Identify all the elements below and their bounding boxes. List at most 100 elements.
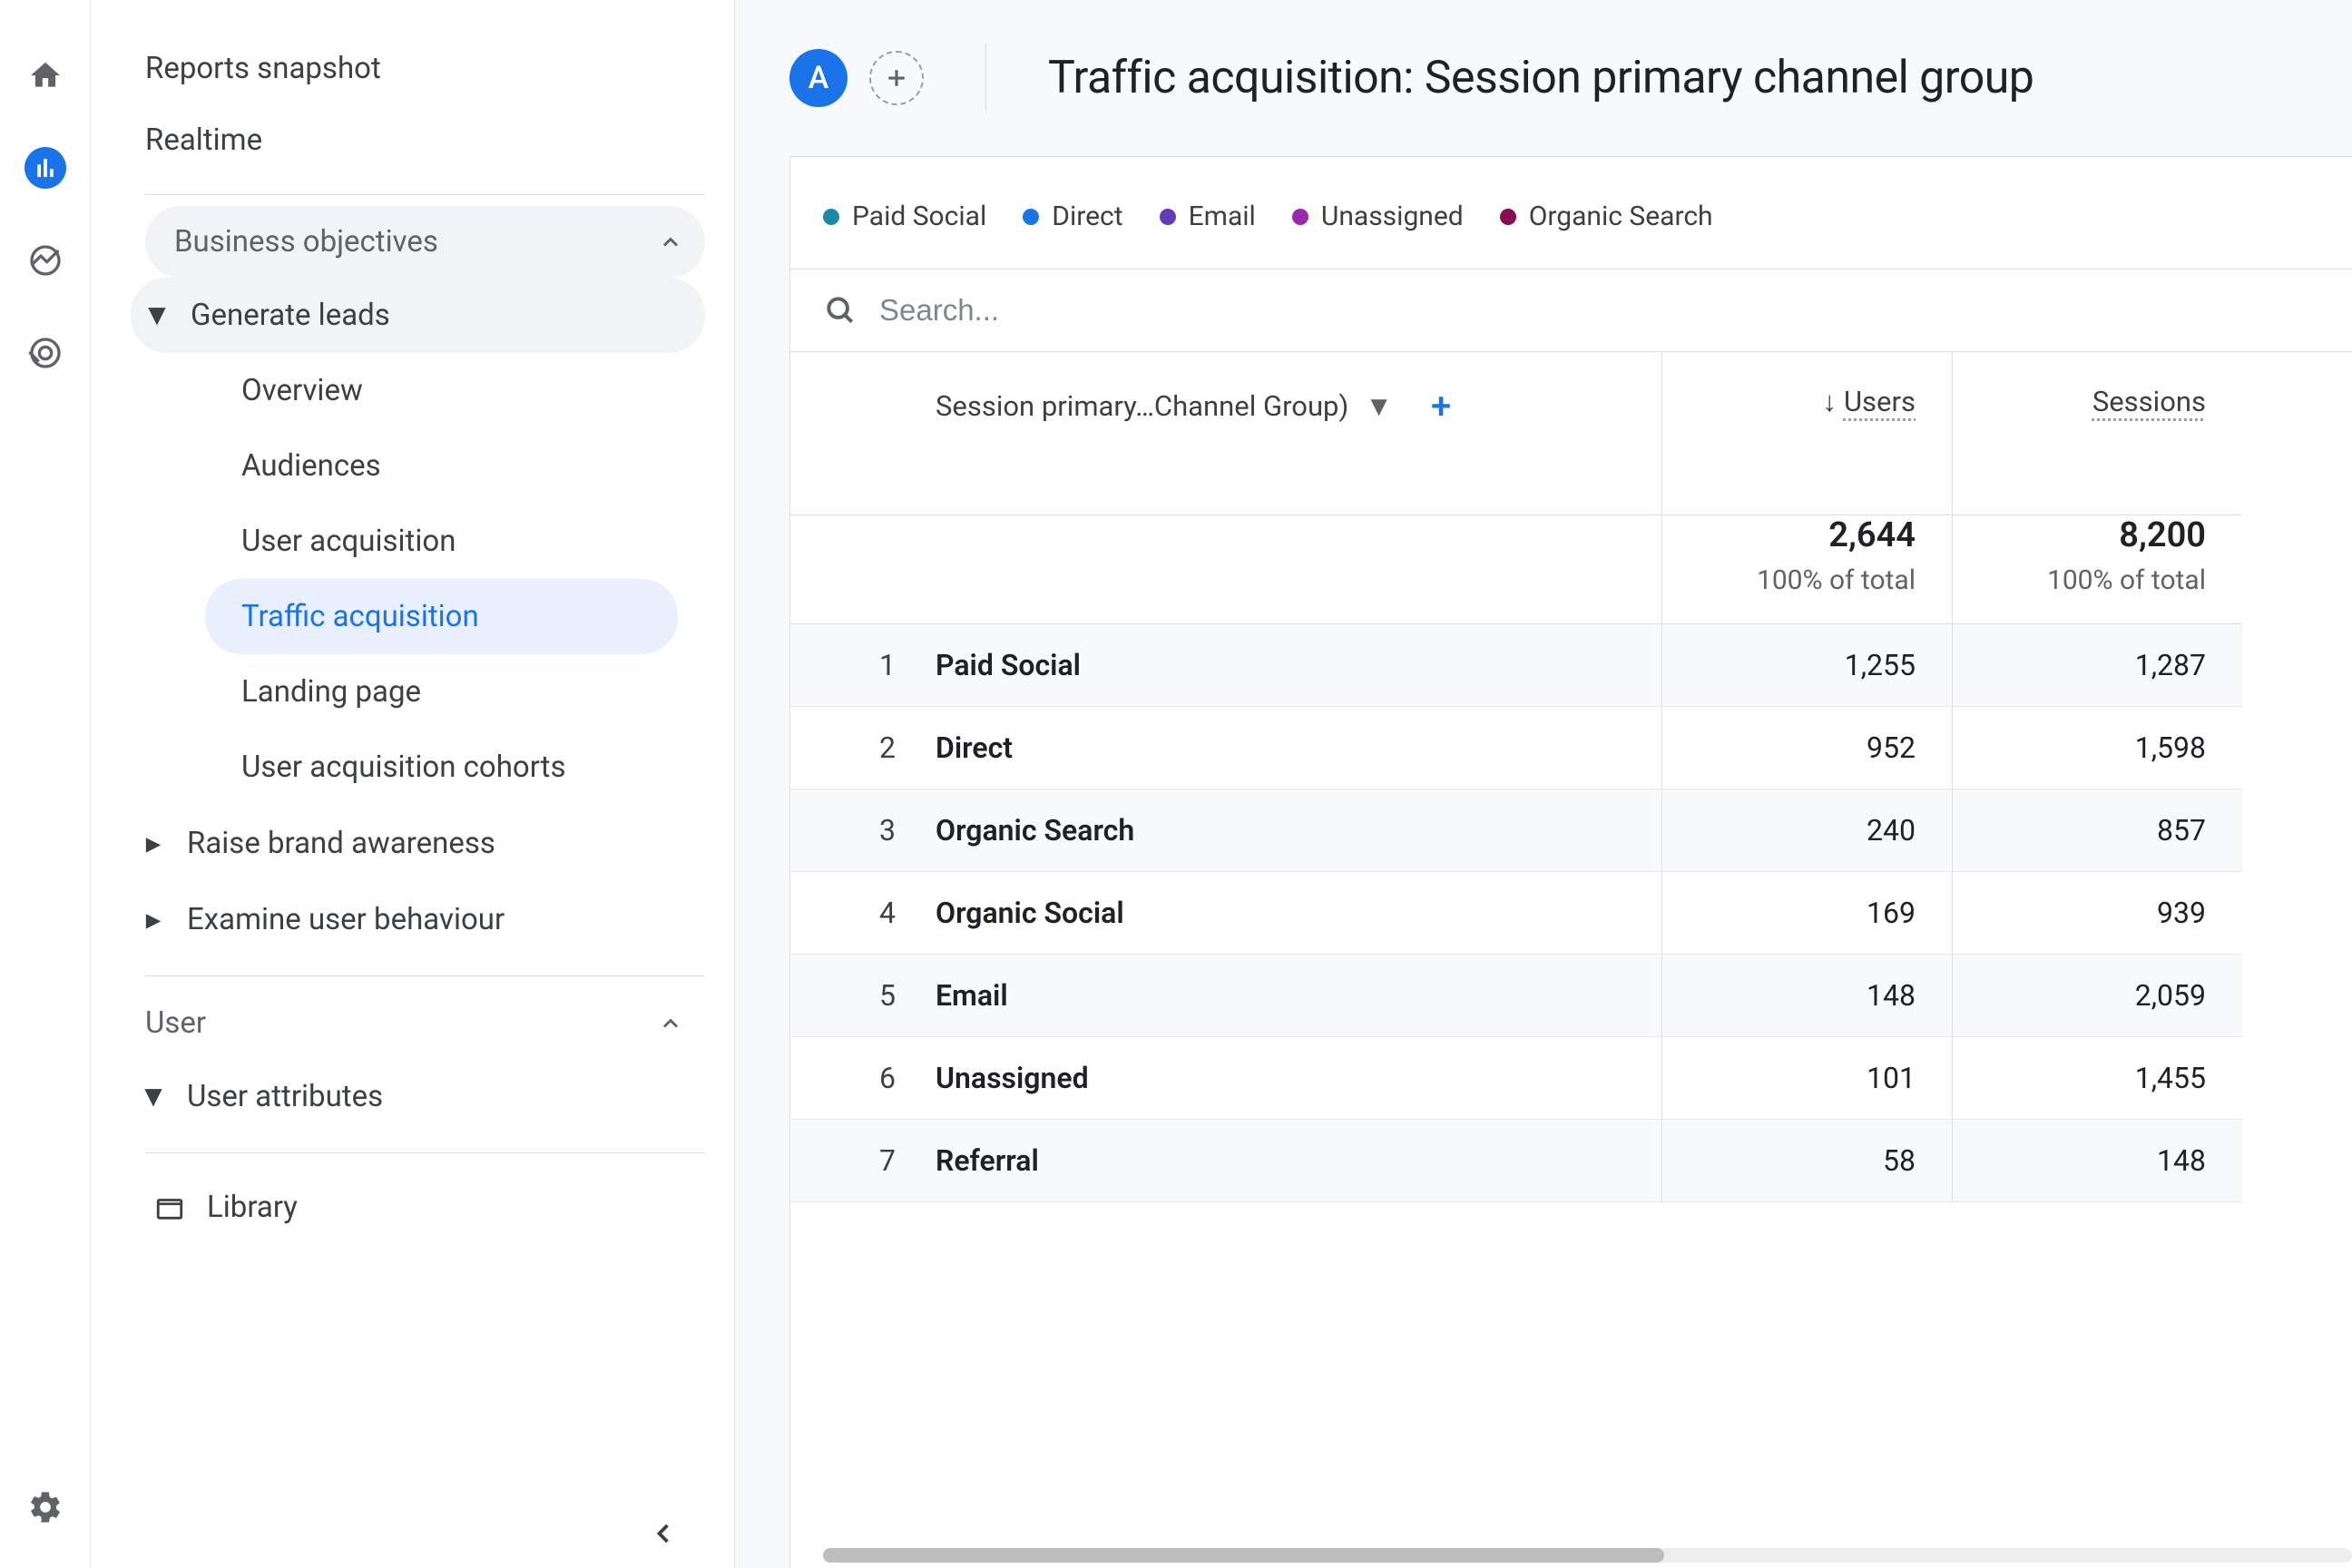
nav-reports-snapshot[interactable]: Reports snapshot [145,33,705,104]
caret-right-icon: ▸ [145,901,162,937]
subnav-user-acquisition-cohorts[interactable]: User acquisition cohorts [241,730,705,805]
row-channel[interactable]: Organic Social [936,872,1661,955]
divider [145,975,705,976]
subnav-landing-page[interactable]: Landing page [241,654,705,730]
explore-icon[interactable] [24,240,66,281]
caret-right-icon: ▸ [145,825,162,861]
row-index: 6 [790,1037,936,1120]
row-channel[interactable]: Paid Social [936,624,1661,707]
row-index: 5 [790,955,936,1037]
totals-sessions-value: 8,200 [1953,515,2206,555]
row-channel[interactable]: Referral [936,1120,1661,1202]
group-label: User attributes [187,1079,383,1114]
row-sessions: 148 [1952,1120,2242,1202]
legend-dot-icon [1292,209,1308,225]
divider [145,1152,705,1153]
subnav-traffic-acquisition[interactable]: Traffic acquisition [205,579,678,654]
group-examine-user-behaviour[interactable]: ▸ Examine user behaviour [145,881,705,957]
th-sessions[interactable]: Sessions [1952,352,2242,515]
totals-users-sub: 100% of total [1757,564,1916,596]
totals-spacer [936,515,1661,624]
row-channel[interactable]: Unassigned [936,1037,1661,1120]
library-label: Library [207,1190,298,1225]
row-users: 240 [1661,789,1952,872]
search-input[interactable] [879,293,2319,328]
row-index: 7 [790,1120,936,1202]
totals-spacer [790,515,936,624]
th-users[interactable]: ↓Users [1661,352,1952,515]
home-icon[interactable] [24,54,66,96]
chevron-down-icon: ▼ [1365,389,1393,423]
divider [985,44,986,113]
row-index: 4 [790,872,936,955]
admin-gear-icon[interactable] [24,1486,66,1528]
legend-label: Paid Social [852,201,986,232]
metric-label: Users [1844,385,1916,418]
main: A Traffic acquisition: Session primary c… [735,0,2352,1568]
data-table: Session primary…Channel Group) ▼ + ↓User… [790,352,2352,1202]
legend-label: Organic Search [1529,201,1713,232]
subnav-overview[interactable]: Overview [241,353,705,428]
section-business-objectives[interactable]: Business objectives [145,206,705,278]
group-user-attributes[interactable]: ▼ User attributes [145,1059,705,1134]
row-index: 2 [790,707,936,789]
row-index: 3 [790,789,936,872]
group-label: Generate leads [191,298,390,333]
subnav-user-acquisition[interactable]: User acquisition [241,504,705,579]
row-users: 1,255 [1661,624,1952,707]
totals-users-value: 2,644 [1662,515,1916,555]
caret-down-icon: ▼ [145,1079,162,1114]
nav-realtime[interactable]: Realtime [145,104,705,176]
section-user[interactable]: User [145,987,705,1059]
advertising-icon[interactable] [24,332,66,374]
scrollbar-thumb[interactable] [823,1548,1664,1563]
row-channel[interactable]: Email [936,955,1661,1037]
table-search[interactable] [790,270,2352,352]
group-raise-brand-awareness[interactable]: ▸ Raise brand awareness [145,805,705,881]
report-card: Paid Social Direct Email Unassigned Orga… [789,156,2352,1568]
row-users: 952 [1661,707,1952,789]
row-channel[interactable]: Organic Search [936,789,1661,872]
row-sessions: 857 [1952,789,2242,872]
metric-label: Sessions [2092,385,2206,418]
add-dimension-button[interactable]: + [1431,385,1451,427]
row-users: 101 [1661,1037,1952,1120]
row-sessions: 1,287 [1952,624,2242,707]
legend-dot-icon [1023,209,1039,225]
th-dimension[interactable]: Session primary…Channel Group) ▼ + [936,352,1661,515]
divider [145,194,705,195]
sort-desc-icon: ↓ [1822,385,1837,418]
legend-label: Unassigned [1321,201,1464,232]
nav-library[interactable]: Library [145,1164,705,1225]
row-sessions: 939 [1952,872,2242,955]
collapse-sidebar-button[interactable] [647,1517,680,1550]
icon-rail [0,0,91,1568]
legend-item[interactable]: Organic Search [1500,201,1713,232]
row-channel[interactable]: Direct [936,707,1661,789]
comparison-chip[interactable]: A [789,49,848,107]
library-icon [154,1192,185,1223]
section-label: Business objectives [174,224,438,260]
legend-item[interactable]: Unassigned [1292,201,1464,232]
legend-dot-icon [1500,209,1516,225]
group-label: Examine user behaviour [187,902,505,937]
group-generate-leads[interactable]: ▼ Generate leads [131,278,705,353]
dimension-label: Session primary…Channel Group) [936,389,1348,423]
caret-down-icon: ▼ [149,298,165,333]
horizontal-scrollbar[interactable] [823,1548,2352,1563]
search-icon [823,293,858,328]
row-sessions: 1,455 [1952,1037,2242,1120]
section-label: User [145,1005,206,1041]
legend-item[interactable]: Direct [1023,201,1122,232]
row-users: 58 [1661,1120,1952,1202]
row-sessions: 2,059 [1952,955,2242,1037]
totals-users: 2,644 100% of total [1661,515,1952,624]
reports-icon[interactable] [24,147,66,189]
subnav-audiences[interactable]: Audiences [241,428,705,504]
legend-item[interactable]: Paid Social [823,201,986,232]
add-comparison-button[interactable] [869,51,924,105]
report-header: A Traffic acquisition: Session primary c… [735,0,2352,156]
legend-item[interactable]: Email [1160,201,1256,232]
sidebar: Reports snapshot Realtime Business objec… [91,0,735,1568]
group-label: Raise brand awareness [187,826,495,861]
